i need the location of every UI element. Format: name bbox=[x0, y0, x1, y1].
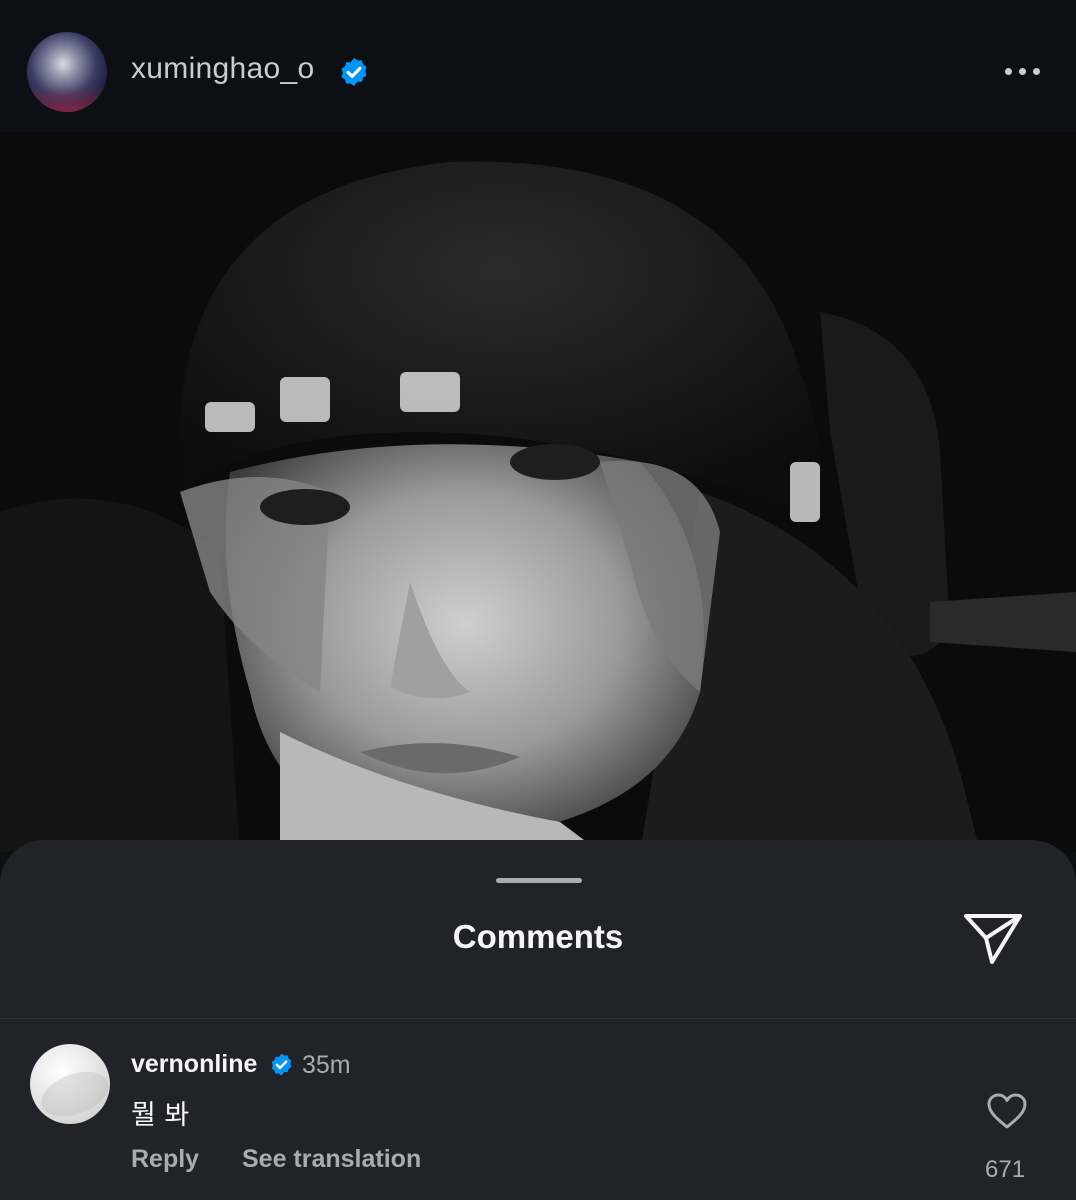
post-username[interactable]: xuminghao_o bbox=[131, 52, 314, 86]
share-send-icon[interactable] bbox=[962, 910, 1024, 966]
portrait-image bbox=[0, 132, 1076, 852]
verified-badge-icon bbox=[271, 1053, 292, 1076]
comment-timestamp: 35m bbox=[302, 1051, 351, 1079]
commenter-avatar[interactable] bbox=[30, 1044, 110, 1124]
like-count: 671 bbox=[985, 1156, 1026, 1183]
more-options-icon[interactable] bbox=[998, 58, 1046, 84]
post-photo[interactable] bbox=[0, 132, 1076, 852]
sheet-drag-handle[interactable] bbox=[496, 878, 582, 883]
comment-text: 뭘 봐 bbox=[131, 1100, 190, 1131]
sheet-divider bbox=[0, 1018, 1076, 1019]
comments-sheet: Comments vernonline 35m 뭘 봐 Reply See tr… bbox=[0, 840, 1076, 1200]
post-header: xuminghao_o bbox=[0, 0, 1076, 132]
see-translation-button[interactable]: See translation bbox=[242, 1145, 421, 1174]
heart-icon[interactable] bbox=[986, 1092, 1028, 1130]
comments-title: Comments bbox=[452, 918, 624, 955]
verified-badge-icon bbox=[341, 58, 367, 86]
commenter-username[interactable]: vernonline bbox=[131, 1050, 257, 1079]
profile-avatar[interactable] bbox=[27, 32, 107, 112]
reply-button[interactable]: Reply bbox=[131, 1145, 199, 1174]
